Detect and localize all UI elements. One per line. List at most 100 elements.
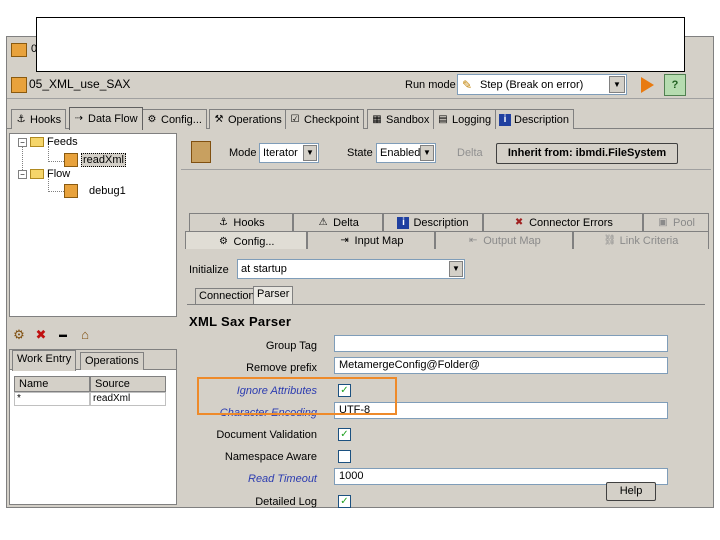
app-icon	[11, 43, 27, 57]
logging-icon: ▤	[438, 113, 448, 125]
input-map-icon: ⇥	[340, 234, 349, 246]
initialize-value: at startup	[241, 263, 287, 275]
divider	[181, 169, 711, 170]
tab-connector-config[interactable]: ⚙ Config...	[185, 231, 307, 251]
state-select[interactable]: Enabled ▼	[376, 143, 436, 163]
tab-connector-delta[interactable]: ⚠ Delta	[293, 213, 383, 231]
mode-select[interactable]: Iterator ▼	[259, 143, 319, 163]
hook-icon: ⚓	[16, 113, 26, 125]
detailed-log-checkbox[interactable]: ✓	[338, 495, 351, 508]
chevron-down-icon[interactable]: ▼	[420, 145, 434, 161]
inherit-button[interactable]: Inherit from: ibmdi.FileSystem	[496, 143, 678, 164]
connector-tabs-row2: ⚙ Config... ⇥ Input Map ⇤ Output Map ⛓ L…	[185, 231, 709, 251]
error-icon: ✖	[514, 216, 524, 228]
project-toolbar: 05_XML_use_SAX Run mode ✎ Step (Break on…	[7, 71, 713, 99]
tab-work-entry[interactable]: Work Entry	[12, 350, 77, 371]
step-icon: ✎	[462, 77, 473, 92]
tab-sandbox[interactable]: ▦ Sandbox	[367, 109, 435, 129]
connector-icon	[64, 153, 78, 167]
warning-icon: ⚠	[318, 216, 328, 228]
tab-label: Data Flow	[88, 113, 138, 125]
namespace-aware-checkbox[interactable]	[338, 450, 351, 463]
sandbox-icon: ▦	[372, 113, 382, 125]
tab-label: Checkpoint	[304, 113, 360, 126]
work-entry-tabs: Work Entry Operations	[10, 350, 176, 371]
detailed-log-label: Detailed Log	[255, 496, 317, 508]
script-icon[interactable]: ▬	[55, 327, 71, 343]
config-icon: ⚙	[147, 113, 157, 125]
connector-editor: Mode Iterator ▼ State Enabled ▼ Delta In…	[181, 133, 711, 508]
tab-checkpoint[interactable]: ☑ Checkpoint	[285, 109, 365, 129]
data-flow-icon: ⇢	[74, 113, 84, 124]
tab-config[interactable]: ⚙ Config...	[142, 109, 207, 129]
tab-connector-description[interactable]: i Description	[383, 213, 483, 231]
play-icon	[640, 77, 654, 93]
work-entry-table: Name Source * readXml	[14, 376, 166, 406]
tab-connector-hooks[interactable]: ⚓ Hooks	[189, 213, 293, 231]
column-header-name[interactable]: Name	[14, 376, 90, 392]
tab-connector-pool[interactable]: ▣ Pool	[643, 213, 709, 231]
collapse-icon[interactable]: −	[18, 169, 27, 179]
column-header-source[interactable]: Source	[90, 376, 166, 392]
group-tag-input[interactable]	[334, 335, 668, 352]
operations-icon: ⚒	[214, 113, 224, 125]
tree-node-feeds[interactable]: − Feeds	[18, 136, 78, 148]
tree-node-readxml[interactable]: readXml	[64, 153, 126, 167]
tree-node-flow[interactable]: − Flow	[18, 168, 70, 180]
tab-output-map[interactable]: ⇤ Output Map	[435, 231, 573, 249]
tree-node-label: Feeds	[47, 136, 78, 148]
help-icon-button[interactable]: ?	[664, 74, 686, 96]
tab-parser[interactable]: Parser	[253, 286, 294, 305]
chevron-down-icon[interactable]: ▼	[609, 76, 625, 93]
output-map-icon: ⇤	[469, 234, 478, 246]
help-button[interactable]: Help	[606, 482, 656, 501]
tab-hooks[interactable]: ⚓ Hooks	[11, 109, 67, 129]
tab-link-criteria[interactable]: ⛓ Link Criteria	[573, 231, 709, 249]
tab-label: Description	[413, 216, 469, 229]
delete-icon[interactable]: ✖	[33, 327, 49, 343]
tree-connector	[48, 161, 64, 162]
config-icon: ⚙	[219, 235, 228, 247]
hook-icon: ⚓	[218, 216, 228, 228]
table-row[interactable]: * readXml	[14, 392, 166, 406]
state-label: State	[347, 147, 373, 159]
table-header: Name Source	[14, 376, 166, 392]
tab-label: Link Criteria	[619, 234, 679, 247]
tab-operations-lower[interactable]: Operations	[80, 352, 144, 370]
chevron-down-icon[interactable]: ▼	[449, 261, 463, 277]
tab-connector-errors[interactable]: ✖ Connector Errors	[483, 213, 643, 231]
mode-label: Mode	[229, 147, 257, 159]
run-mode-select[interactable]: ✎ Step (Break on error) ▼	[457, 74, 627, 95]
connector-toolbar: Mode Iterator ▼ State Enabled ▼ Delta In…	[185, 137, 709, 165]
connector-icon	[191, 141, 211, 163]
add-component-icon[interactable]: ⚙	[11, 327, 27, 343]
tab-description[interactable]: i Description	[495, 109, 575, 129]
collapse-icon[interactable]: −	[18, 137, 27, 147]
namespace-aware-label: Namespace Aware	[224, 451, 317, 463]
tab-logging[interactable]: ▤ Logging	[433, 109, 497, 129]
redaction-box	[36, 17, 685, 72]
tab-input-map[interactable]: ⇥ Input Map	[307, 231, 435, 249]
tree-connector	[48, 191, 64, 192]
tab-label: Delta	[333, 216, 359, 229]
tree-node-debug1[interactable]: debug1	[64, 184, 126, 198]
chevron-down-icon[interactable]: ▼	[303, 145, 317, 161]
connector-icon	[64, 184, 78, 198]
run-button[interactable]	[637, 75, 657, 95]
mode-value: Iterator	[263, 147, 298, 159]
initialize-select[interactable]: at startup ▼	[237, 259, 465, 279]
read-timeout-label: Read Timeout	[248, 473, 317, 485]
tab-connection[interactable]: Connection	[195, 288, 259, 304]
tree-node-label: debug1	[89, 185, 126, 197]
tree-node-label: readXml	[81, 153, 126, 167]
library-icon[interactable]: ⌂	[77, 327, 93, 343]
initialize-label: Initialize	[189, 264, 229, 276]
document-validation-checkbox[interactable]: ✓	[338, 428, 351, 441]
tree-connector	[48, 146, 49, 162]
application-window: 0 05_XML_use_SAX Run mode ✎ Step (Break …	[6, 36, 714, 508]
tab-label: Output Map	[483, 234, 541, 247]
remove-prefix-input[interactable]: MetamergeConfig@Folder@	[334, 357, 668, 374]
tab-operations[interactable]: ⚒ Operations	[209, 109, 287, 129]
tab-data-flow[interactable]: ⇢ Data Flow	[69, 107, 143, 130]
tab-label: Operations	[228, 113, 282, 126]
